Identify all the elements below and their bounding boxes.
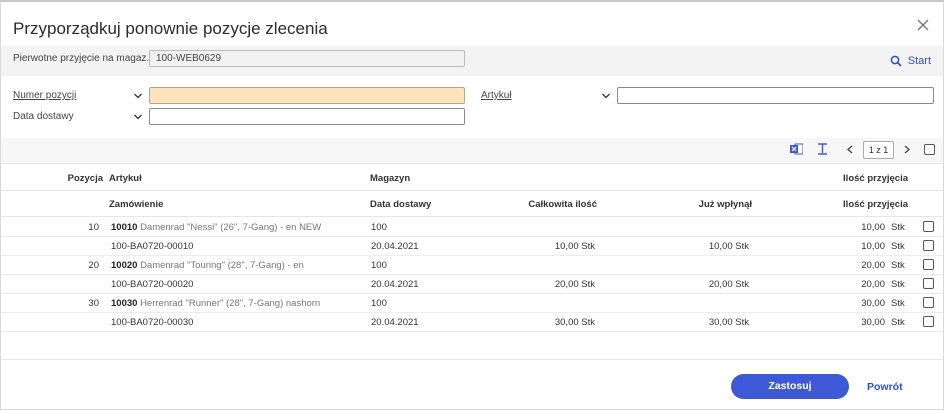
article-label: Artykuł [481,90,512,101]
row-receipt-qty[interactable]: 30,00 [861,317,885,328]
article-code: 10010 [111,222,138,233]
close-icon[interactable] [915,17,931,33]
row-checkbox[interactable] [923,297,934,308]
page-indicator: 1 z 1 [863,141,894,159]
row-receipt-qty[interactable]: 20,00 [861,260,885,271]
delivery-date-input[interactable] [149,108,465,125]
row-unit: Stk [891,241,905,252]
table-row[interactable]: 20 10020 Damenrad "Touring" (28", 7-Gang… [1,255,943,275]
article-input[interactable] [617,87,934,104]
chevron-down-icon[interactable] [601,91,611,101]
start-label: Start [907,55,931,67]
row-order: 100-BA0720-00030 [111,317,194,328]
start-button[interactable]: Start [890,55,931,67]
original-receipt-field: 100-WEB0629 [149,50,465,67]
select-all-checkbox[interactable] [924,144,935,155]
article-code: 10030 [111,298,138,309]
table-row[interactable]: 10 10010 Damenrad "Nessi" (26", 7-Gang) … [1,217,943,237]
item-number-label: Numer pozycji [13,90,77,101]
col-position[interactable]: Pozycja [68,173,103,184]
original-receipt-label: Pierwotne przyjęcie na magaz... [13,53,155,64]
col-already-received[interactable]: Już wpłynął [699,199,752,210]
chevron-down-icon[interactable] [133,112,143,122]
col-warehouse[interactable]: Magazyn [370,173,410,184]
chevron-left-icon[interactable] [846,145,854,154]
row-total: 30,00 Stk [554,317,595,328]
footer-divider [1,359,943,360]
row-date: 20.04.2021 [371,241,419,252]
col-order[interactable]: Zamówienie [109,199,163,210]
col-delivery-date[interactable]: Data dostawy [370,199,431,210]
row-unit: Stk [891,317,905,328]
row-article: 10010 Damenrad "Nessi" (26", 7-Gang) - e… [111,222,321,233]
row-date: 20.04.2021 [371,279,419,290]
row-received: 30,00 Stk [708,317,749,328]
reassign-dialog: Przyporządkuj ponownie pozycje zlecenia … [0,0,944,410]
row-receipt-qty[interactable]: 10,00 [861,241,885,252]
column-settings-icon[interactable] [817,143,828,155]
row-unit: Stk [891,298,905,309]
article-desc: Herrenrad "Runner" (28", 7-Gang) nashorn [140,298,321,309]
apply-button[interactable]: Zastosuj [731,374,849,399]
back-button[interactable]: Powrót [867,381,903,393]
search-icon [890,55,902,67]
row-received: 10,00 Stk [708,241,749,252]
row-warehouse: 100 [371,222,387,233]
col-receipt-qty[interactable]: Ilość przyjęcia [843,173,908,184]
row-warehouse: 100 [371,260,387,271]
row-checkbox[interactable] [923,221,934,232]
item-number-input[interactable] [149,87,465,104]
chevron-down-icon[interactable] [133,91,143,101]
row-receipt-qty[interactable]: 30,00 [861,298,885,309]
chevron-right-icon[interactable] [903,145,911,154]
row-article: 10020 Damenrad "Touring" (28", 7-Gang) -… [111,260,304,271]
excel-export-icon[interactable] [790,143,803,155]
col-receipt-qty-2[interactable]: Ilość przyjęcia [843,199,908,210]
row-receipt-qty[interactable]: 10,00 [861,222,885,233]
row-position: 20 [88,260,99,271]
article-desc: Damenrad "Nessi" (26", 7-Gang) - en NEW [140,222,322,233]
row-total: 20,00 Stk [554,279,595,290]
row-receipt-qty[interactable]: 20,00 [861,279,885,290]
row-date: 20.04.2021 [371,317,419,328]
table-row[interactable]: 100-BA0720-00020 20.04.2021 20,00 Stk 20… [1,274,943,294]
row-checkbox[interactable] [923,240,934,251]
col-article[interactable]: Artykuł [109,173,142,184]
article-desc: Damenrad "Touring" (28", 7-Gang) - en [140,260,304,271]
dialog-title: Przyporządkuj ponownie pozycje zlecenia [13,19,328,38]
col-total-qty[interactable]: Całkowita ilość [528,199,597,210]
table-row[interactable]: 100-BA0720-00030 20.04.2021 30,00 Stk 30… [1,312,943,332]
row-unit: Stk [891,279,905,290]
row-order: 100-BA0720-00020 [111,279,194,290]
row-order: 100-BA0720-00010 [111,241,194,252]
row-warehouse: 100 [371,298,387,309]
row-checkbox[interactable] [923,259,934,270]
delivery-date-label: Data dostawy [13,111,74,122]
table-header-bottom: Zamówienie Data dostawy Całkowita ilość … [1,190,943,217]
row-checkbox[interactable] [923,316,934,327]
row-position: 10 [88,222,99,233]
row-article: 10030 Herrenrad "Runner" (28", 7-Gang) n… [111,298,320,309]
row-position: 30 [88,298,99,309]
table-row[interactable]: 30 10030 Herrenrad "Runner" (28", 7-Gang… [1,293,943,313]
row-total: 10,00 Stk [554,241,595,252]
row-received: 20,00 Stk [708,279,749,290]
row-unit: Stk [891,222,905,233]
row-checkbox[interactable] [923,278,934,289]
table-header-top: Pozycja Artykuł Magazyn Ilość przyjęcia [1,163,943,191]
article-code: 10020 [111,260,138,271]
table-row[interactable]: 100-BA0720-00010 20.04.2021 10,00 Stk 10… [1,236,943,256]
row-unit: Stk [891,260,905,271]
